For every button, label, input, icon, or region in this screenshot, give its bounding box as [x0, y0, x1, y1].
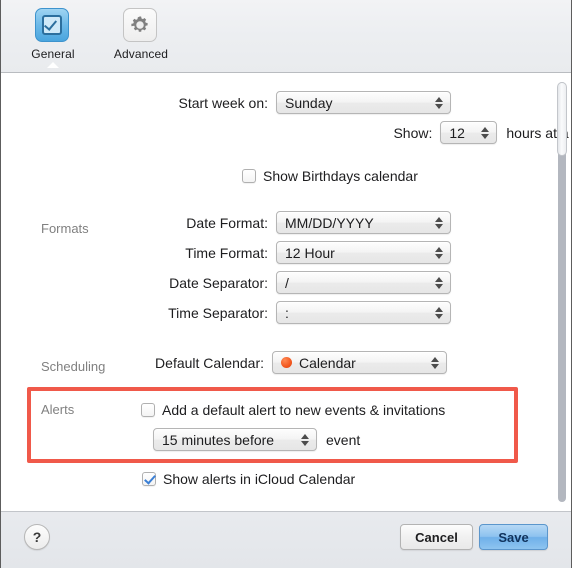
default-alert-checkbox-row[interactable]: Add a default alert to new events & invi… — [141, 402, 445, 418]
date-format-popup[interactable]: MM/DD/YYYY — [276, 211, 451, 234]
time-separator-label: Time Separator: — [168, 304, 268, 321]
time-separator-popup[interactable]: : — [276, 301, 451, 324]
checkbox-icon — [35, 7, 71, 43]
row-time-format: Time Format: 12 Hour — [1, 241, 451, 264]
default-calendar-label: Default Calendar: — [155, 354, 264, 371]
show-birthdays-checkbox[interactable] — [242, 169, 256, 183]
row-alert-time: 15 minutes before event — [153, 428, 360, 451]
preferences-toolbar: General Advanced — [0, 0, 572, 73]
date-separator-popup[interactable]: / — [276, 271, 451, 294]
date-separator-label: Date Separator: — [169, 274, 268, 291]
show-icloud-alerts-label: Show alerts in iCloud Calendar — [163, 471, 356, 487]
default-alert-label: Add a default alert to new events & invi… — [162, 402, 446, 418]
default-alert-checkbox[interactable] — [141, 403, 155, 417]
date-format-label: Date Format: — [186, 214, 268, 231]
preferences-content-pane: Start week on: Sunday Show: 12 hours at … — [0, 73, 572, 511]
date-format-value: MM/DD/YYYY — [285, 214, 374, 231]
chevron-updown-icon — [301, 433, 309, 446]
selected-tab-notch — [47, 61, 59, 68]
tab-general-label: General — [31, 47, 75, 61]
alert-time-value: 15 minutes before — [162, 431, 275, 448]
vertical-scrollbar[interactable] — [557, 82, 567, 502]
show-hours-value: 12 — [449, 124, 465, 141]
gear-icon — [123, 7, 159, 43]
cancel-button[interactable]: Cancel — [400, 524, 473, 550]
save-button[interactable]: Save — [479, 524, 548, 550]
help-button[interactable]: ? — [24, 524, 50, 550]
time-format-label: Time Format: — [185, 244, 268, 261]
chevron-updown-icon — [435, 306, 443, 319]
row-start-week: Start week on: Sunday — [1, 91, 451, 114]
tab-advanced[interactable]: Advanced — [105, 7, 177, 61]
chevron-updown-icon — [435, 216, 443, 229]
chevron-updown-icon — [435, 276, 443, 289]
default-calendar-value: Calendar — [299, 354, 356, 371]
default-calendar-popup[interactable]: Calendar — [272, 351, 447, 374]
calendar-color-dot-icon — [281, 357, 292, 368]
chevron-updown-icon — [435, 96, 443, 109]
show-birthdays-label: Show Birthdays calendar — [263, 168, 418, 184]
show-hours-stepper[interactable]: 12 — [440, 121, 498, 144]
date-separator-value: / — [285, 274, 289, 291]
tab-advanced-label: Advanced — [113, 47, 169, 61]
scrollbar-thumb[interactable] — [557, 82, 567, 156]
alert-time-suffix: event — [326, 431, 361, 448]
alert-time-popup[interactable]: 15 minutes before — [153, 428, 317, 451]
show-icloud-alerts-checkbox[interactable] — [142, 472, 156, 486]
preferences-window: General Advanced Start week on: Sunday S… — [0, 0, 572, 568]
row-time-separator: Time Separator: : — [1, 301, 451, 324]
row-default-calendar: Default Calendar: Calendar — [1, 351, 447, 374]
alerts-group-label: Alerts — [41, 402, 75, 417]
chevron-updown-icon — [481, 126, 490, 139]
tab-general[interactable]: General — [17, 7, 89, 68]
show-icloud-alerts-checkbox-row[interactable]: Show alerts in iCloud Calendar — [142, 471, 355, 487]
start-week-label: Start week on: — [178, 94, 269, 111]
time-format-popup[interactable]: 12 Hour — [276, 241, 451, 264]
chevron-updown-icon — [431, 356, 439, 369]
window-left-border — [0, 0, 1, 568]
show-birthdays-checkbox-row[interactable]: Show Birthdays calendar — [242, 168, 418, 184]
row-date-format: Date Format: MM/DD/YYYY — [1, 211, 451, 234]
time-separator-value: : — [285, 304, 289, 321]
start-week-popup[interactable]: Sunday — [276, 91, 451, 114]
row-date-separator: Date Separator: / — [1, 271, 451, 294]
show-hours-label: Show: — [393, 124, 433, 141]
row-show-hours: Show: 12 hours at a time — [1, 121, 571, 144]
start-week-value: Sunday — [285, 94, 333, 111]
time-format-value: 12 Hour — [285, 244, 335, 261]
chevron-updown-icon — [435, 246, 443, 259]
